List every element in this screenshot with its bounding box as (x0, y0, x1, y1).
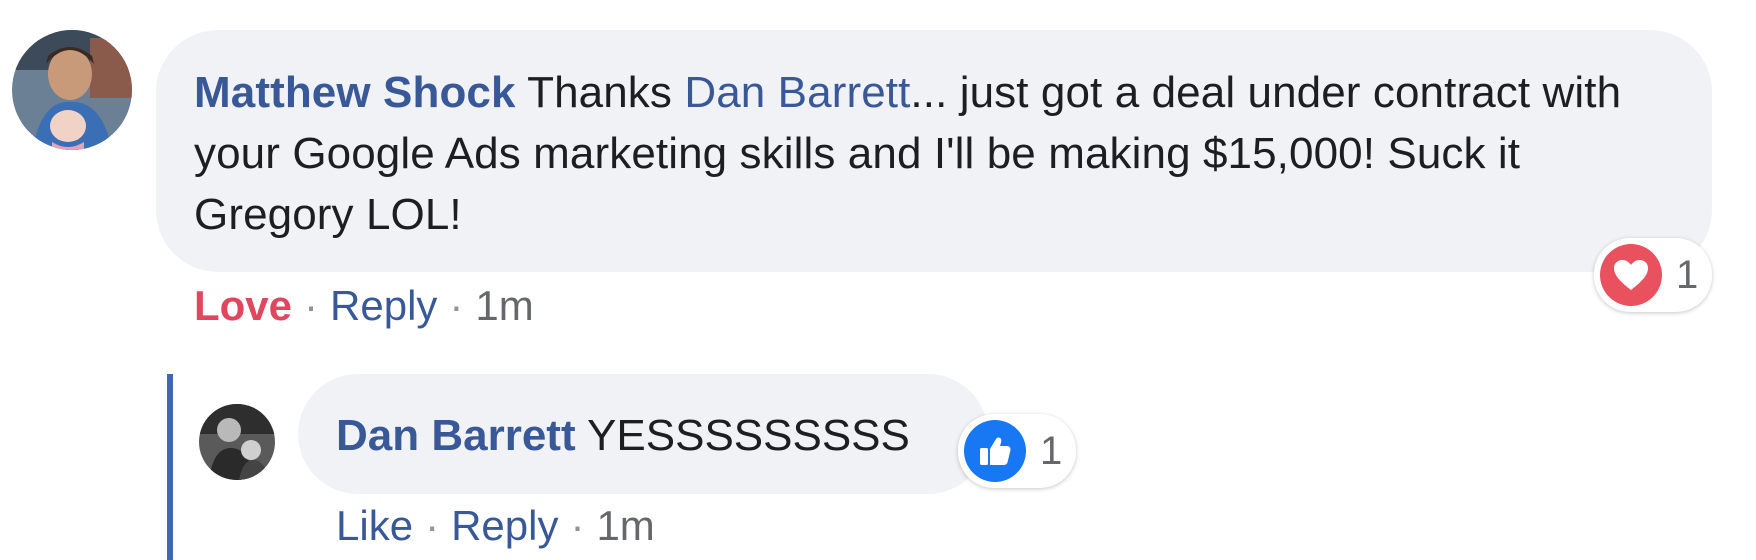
reply-actions: Like · Reply · 1m (336, 502, 655, 550)
reply-button[interactable]: Reply (330, 282, 437, 330)
reply-reaction-summary[interactable]: 1 (958, 414, 1076, 488)
reply-text: Dan Barrett YESSSSSSSSS (336, 405, 910, 466)
reply-timestamp[interactable]: 1m (596, 502, 654, 550)
reply-button[interactable]: Reply (451, 502, 558, 550)
reply-thread-line (167, 374, 173, 560)
comment-mention[interactable]: Dan Barrett (684, 68, 910, 117)
separator: · (570, 502, 585, 549)
comment-timestamp[interactable]: 1m (475, 282, 533, 330)
comment-actions: Love · Reply · 1m (194, 282, 534, 330)
avatar-dan-barrett[interactable] (199, 404, 275, 480)
reply-body: YESSSSSSSSS (575, 411, 910, 460)
comment-body-start: Thanks (515, 68, 685, 117)
reply-author-name[interactable]: Dan Barrett (336, 411, 576, 460)
thumbs-up-icon (964, 420, 1026, 482)
separator: · (425, 502, 440, 549)
separator: · (304, 282, 319, 329)
heart-icon (1600, 244, 1662, 306)
avatar-matthew-shock[interactable] (12, 30, 132, 150)
comment-reaction-count: 1 (1676, 252, 1699, 297)
separator: · (449, 282, 464, 329)
like-button[interactable]: Like (336, 502, 413, 550)
reply-reaction-count: 1 (1040, 428, 1063, 473)
comment-text: Matthew Shock Thanks Dan Barrett... just… (194, 62, 1674, 245)
love-button[interactable]: Love (194, 282, 292, 330)
comment-author-name[interactable]: Matthew Shock (194, 68, 516, 117)
comment-reaction-summary[interactable]: 1 (1594, 238, 1712, 312)
